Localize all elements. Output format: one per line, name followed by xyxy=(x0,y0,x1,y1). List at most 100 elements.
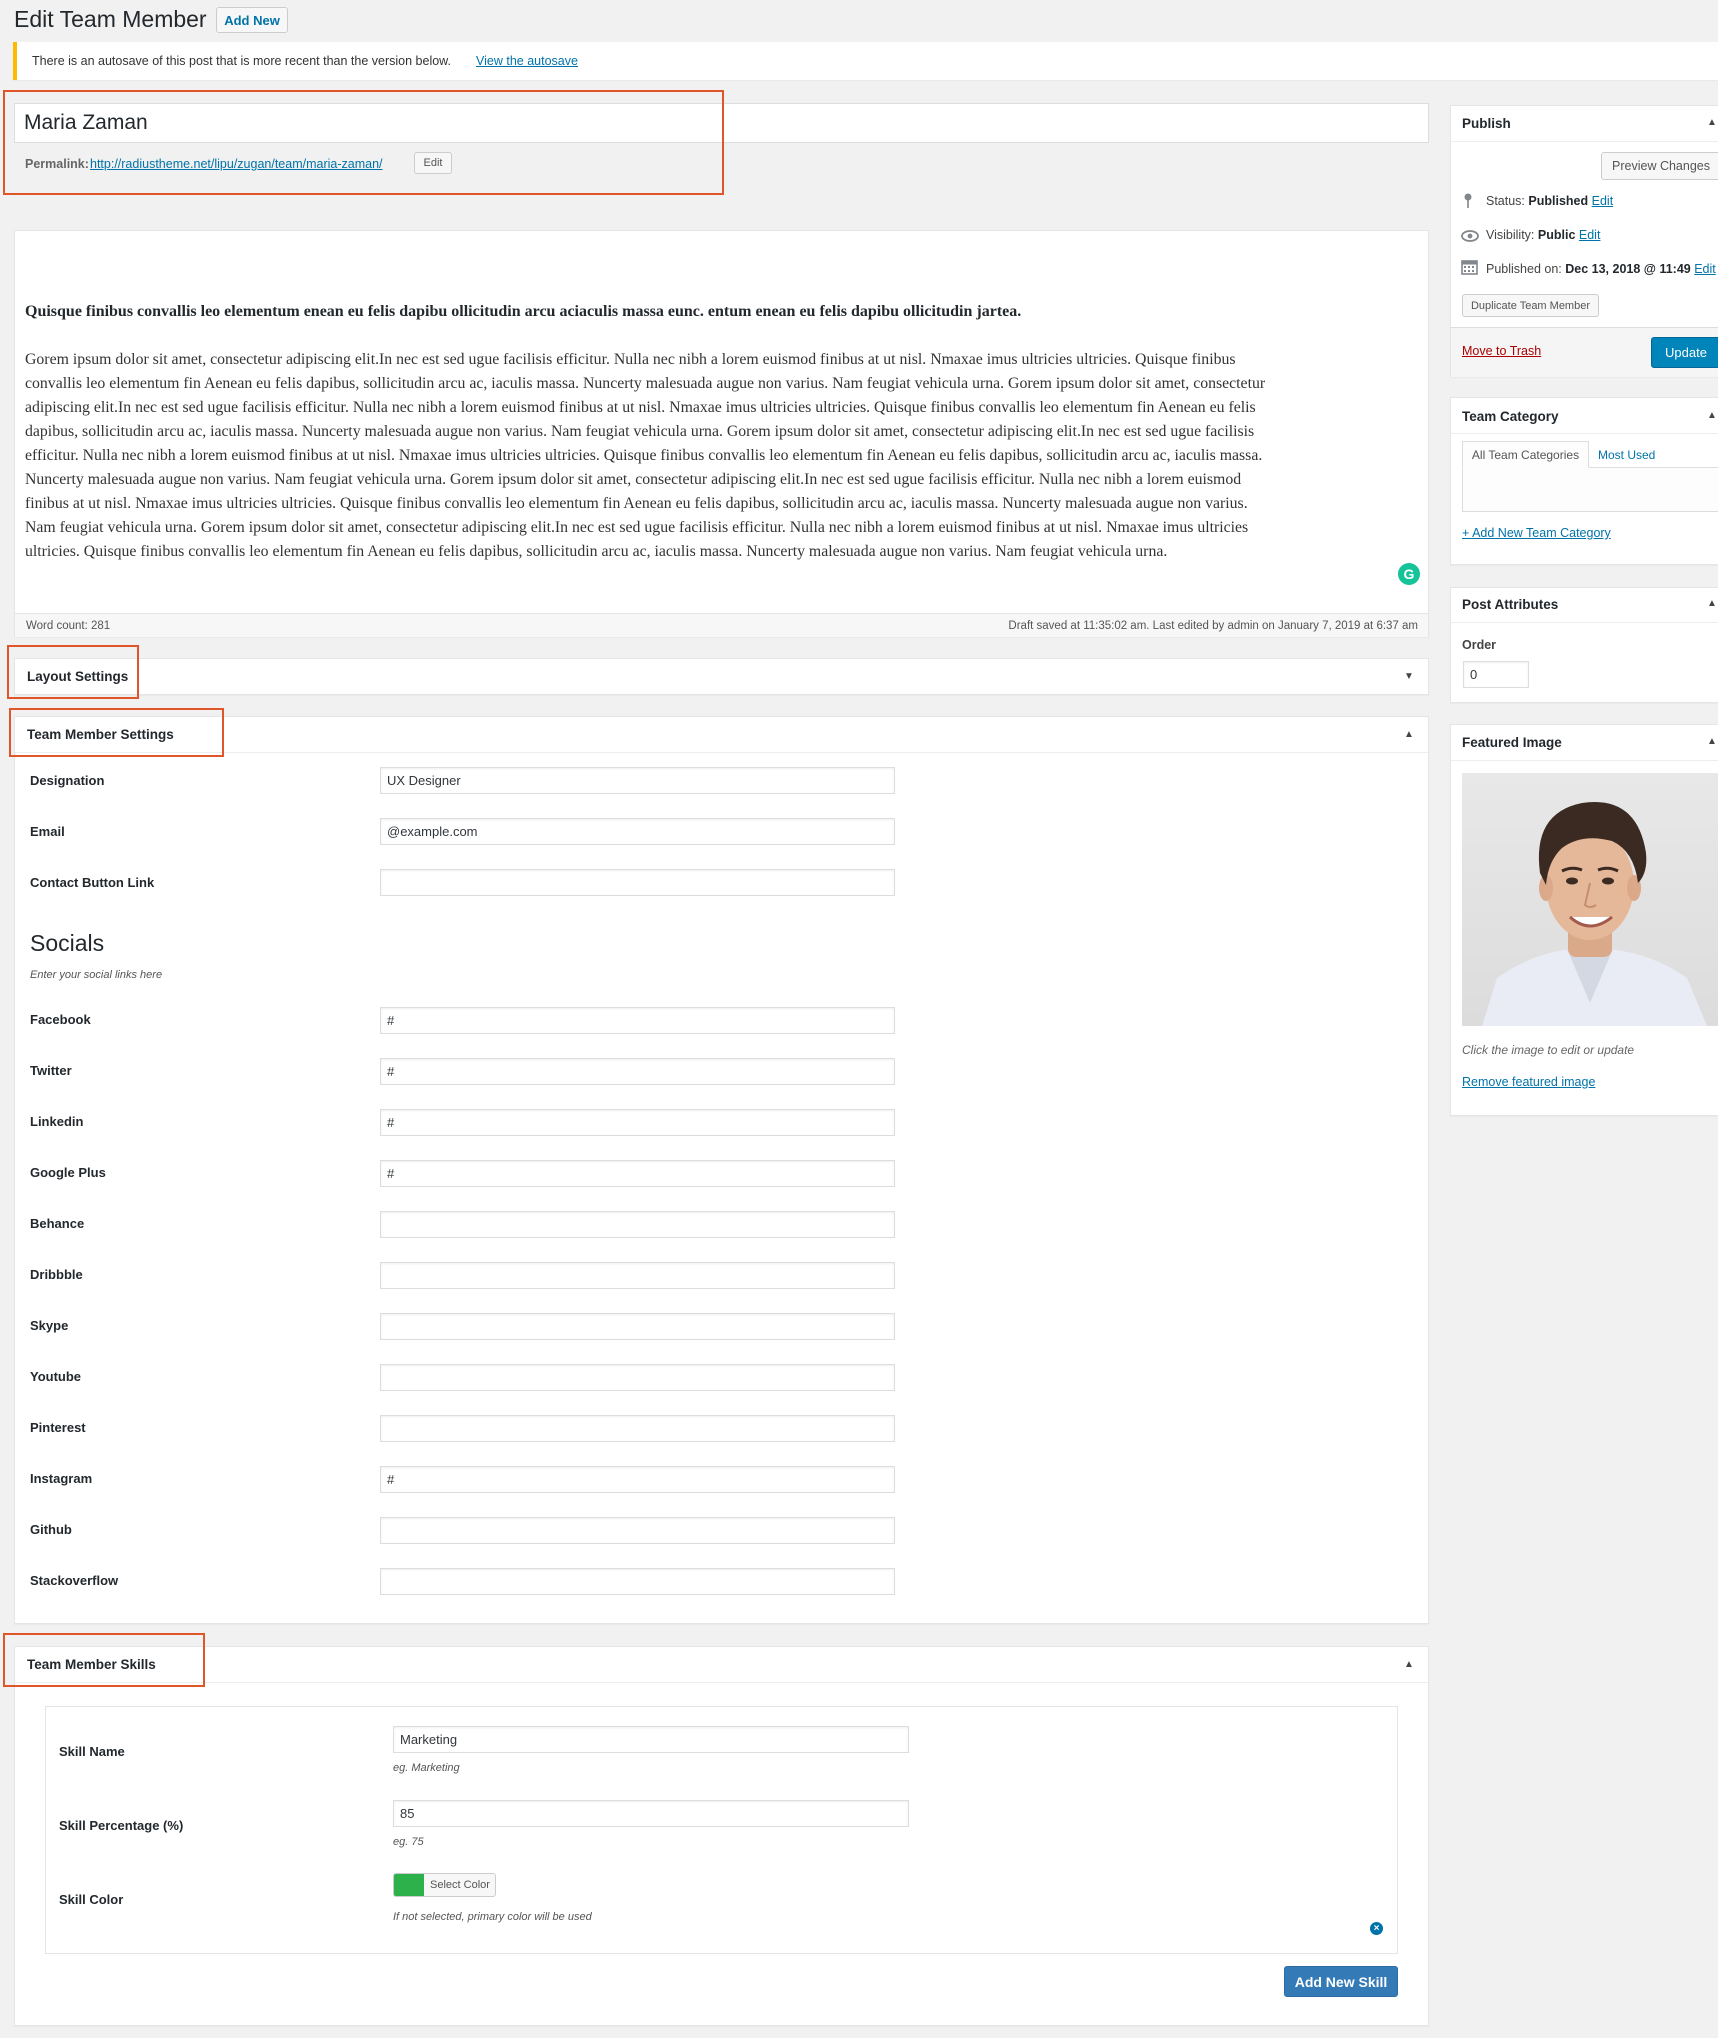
remove-featured-image-link[interactable]: Remove featured image xyxy=(1462,1075,1595,1089)
skill-color-picker[interactable]: Select Color xyxy=(393,1873,496,1897)
tab-all-team-categories[interactable]: All Team Categories xyxy=(1462,441,1589,468)
layout-settings-highlight xyxy=(7,645,139,699)
visibility-edit-link[interactable]: Edit xyxy=(1579,228,1601,242)
skill-name-hint: eg. Marketing xyxy=(393,1762,460,1774)
behance-input[interactable] xyxy=(380,1211,895,1238)
visibility-row: Visibility: Public Edit xyxy=(1486,228,1601,242)
twitter-label: Twitter xyxy=(30,1063,72,1078)
add-new-team-category-link[interactable]: + Add New Team Category xyxy=(1462,526,1611,540)
order-label: Order xyxy=(1462,638,1497,652)
instagram-label: Instagram xyxy=(30,1471,93,1486)
chevron-up-icon[interactable]: ▲ xyxy=(1404,1659,1414,1670)
stackoverflow-label: Stackoverflow xyxy=(30,1573,119,1588)
github-input[interactable] xyxy=(380,1517,895,1544)
behance-label: Behance xyxy=(30,1216,85,1231)
socials-heading: Socials xyxy=(30,930,105,956)
skill-percentage-input[interactable]: 85 xyxy=(393,1800,909,1827)
autosave-notice: There is an autosave of this post that i… xyxy=(13,42,1718,80)
contact-button-link-label: Contact Button Link xyxy=(30,875,155,890)
calendar-icon xyxy=(1461,259,1478,275)
color-swatch xyxy=(394,1874,424,1896)
tab-most-used[interactable]: Most Used xyxy=(1598,448,1655,462)
designation-label: Designation xyxy=(30,773,105,788)
status-edit-link[interactable]: Edit xyxy=(1592,194,1614,208)
youtube-input[interactable] xyxy=(380,1364,895,1391)
dribbble-input[interactable] xyxy=(380,1262,895,1289)
publish-title[interactable]: Publish xyxy=(1462,116,1511,131)
skill-name-input[interactable]: Marketing xyxy=(393,1726,909,1753)
chevron-up-icon[interactable]: ▲ xyxy=(1707,410,1717,421)
skill-name-label: Skill Name xyxy=(59,1744,125,1759)
featured-image-hint: Click the image to edit or update xyxy=(1462,1043,1635,1057)
pinterest-label: Pinterest xyxy=(30,1420,86,1435)
published-on-edit-link[interactable]: Edit xyxy=(1694,262,1716,276)
dribbble-label: Dribbble xyxy=(30,1267,83,1282)
duplicate-team-member-button[interactable]: Duplicate Team Member xyxy=(1462,294,1599,317)
featured-header-divider xyxy=(1451,760,1718,761)
add-new-button[interactable]: Add New xyxy=(216,7,288,33)
featured-image-photo[interactable] xyxy=(1462,773,1718,1026)
editor-status-bar: Word count: 281 Draft saved at 11:35:02 … xyxy=(15,613,1428,637)
chevron-up-icon[interactable]: ▲ xyxy=(1707,117,1717,128)
facebook-label: Facebook xyxy=(30,1012,91,1027)
layout-settings-box[interactable] xyxy=(14,658,1429,695)
contact-button-link-input[interactable] xyxy=(380,869,895,896)
skill-percentage-hint: eg. 75 xyxy=(393,1836,424,1848)
google-plus-input[interactable]: # xyxy=(380,1160,895,1187)
view-autosave-link[interactable]: View the autosave xyxy=(476,54,578,68)
chevron-down-icon[interactable]: ▼ xyxy=(1404,671,1414,682)
content-paragraph: Gorem ipsum dolor sit amet, consectetur … xyxy=(25,351,1266,560)
chevron-up-icon[interactable]: ▲ xyxy=(1404,729,1414,740)
eye-icon xyxy=(1461,229,1479,242)
visibility-value: Public xyxy=(1537,228,1576,242)
chevron-up-icon[interactable]: ▲ xyxy=(1707,736,1717,747)
category-list xyxy=(1462,467,1718,512)
email-input[interactable]: @example.com xyxy=(380,818,895,845)
team-category-title[interactable]: Team Category xyxy=(1462,409,1559,424)
content-heading: Quisque finibus convallis leo elementum … xyxy=(25,303,1022,320)
socials-description: Enter your social links here xyxy=(30,969,163,981)
publish-header-divider xyxy=(1451,141,1718,142)
status-value: Published xyxy=(1528,194,1589,208)
category-header-divider xyxy=(1451,433,1718,434)
team-member-skills-highlight xyxy=(3,1633,205,1687)
featured-image-title[interactable]: Featured Image xyxy=(1462,735,1562,750)
facebook-input[interactable]: # xyxy=(380,1007,895,1034)
title-highlight xyxy=(3,90,724,195)
settings-header-divider xyxy=(15,752,1428,753)
designation-input[interactable]: UX Designer xyxy=(380,767,895,794)
skills-header-divider xyxy=(15,1682,1428,1683)
skill-color-label: Skill Color xyxy=(59,1892,124,1907)
skype-label: Skype xyxy=(30,1318,69,1333)
page-title: Edit Team Member xyxy=(14,6,207,32)
order-input[interactable]: 0 xyxy=(1463,661,1529,688)
chevron-up-icon[interactable]: ▲ xyxy=(1707,598,1717,609)
published-on-value: Dec 13, 2018 @ 11:49 xyxy=(1565,262,1691,276)
email-label: Email xyxy=(30,824,65,839)
preview-changes-button[interactable]: Preview Changes xyxy=(1601,152,1718,180)
twitter-input[interactable]: # xyxy=(380,1058,895,1085)
move-to-trash-link[interactable]: Move to Trash xyxy=(1462,344,1541,358)
linkedin-input[interactable]: # xyxy=(380,1109,895,1136)
attributes-header-divider xyxy=(1451,622,1718,623)
team-member-settings-highlight xyxy=(9,708,224,757)
google-plus-label: Google Plus xyxy=(30,1165,106,1180)
linkedin-label: Linkedin xyxy=(30,1114,84,1129)
skill-percentage-label: Skill Percentage (%) xyxy=(59,1818,184,1833)
pinterest-input[interactable] xyxy=(380,1415,895,1442)
add-new-skill-button[interactable]: Add New Skill xyxy=(1284,1966,1398,1997)
notice-text: There is an autosave of this post that i… xyxy=(32,54,451,68)
instagram-input[interactable]: # xyxy=(380,1466,895,1493)
update-button[interactable]: Update xyxy=(1651,337,1718,368)
status-row: Status: Published Edit xyxy=(1486,194,1614,208)
grammarly-icon[interactable]: G xyxy=(1398,563,1420,585)
select-color-label: Select Color xyxy=(430,1879,490,1891)
draft-status: Draft saved at 11:35:02 am. Last edited … xyxy=(1008,620,1418,632)
remove-skill-icon[interactable]: × xyxy=(1370,1922,1383,1935)
skype-input[interactable] xyxy=(380,1313,895,1340)
stackoverflow-input[interactable] xyxy=(380,1568,895,1595)
post-attributes-title[interactable]: Post Attributes xyxy=(1462,597,1558,612)
word-count: Word count: 281 xyxy=(26,620,111,632)
github-label: Github xyxy=(30,1522,72,1537)
published-on-row: Published on: Dec 13, 2018 @ 11:49 Edit xyxy=(1486,262,1716,276)
